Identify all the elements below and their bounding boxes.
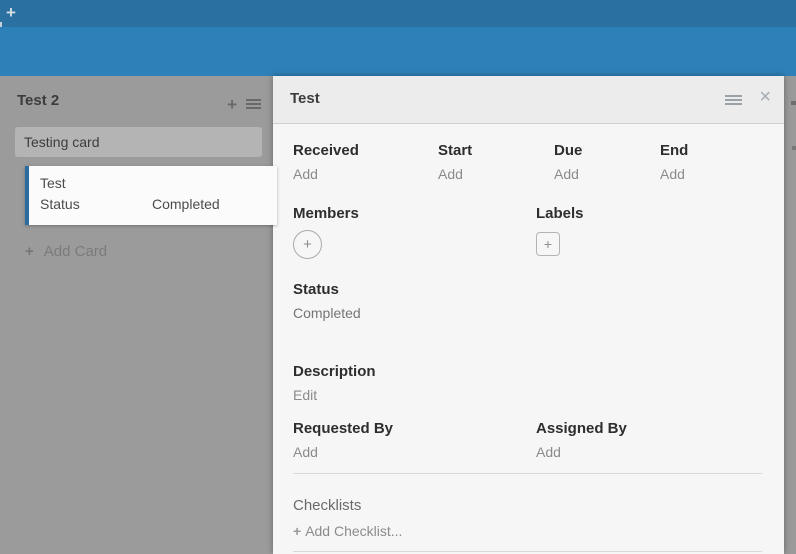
members-labels-row: Members + Labels + <box>293 205 762 259</box>
end-label: End <box>660 142 762 159</box>
next-list-add-icon <box>791 101 796 105</box>
add-member-button[interactable]: + <box>293 230 322 259</box>
next-list-card-fragment <box>792 146 796 150</box>
divider <box>293 473 762 474</box>
members-label: Members <box>293 205 536 222</box>
dates-row: Received Add Start Add Due Add End Add <box>293 142 762 182</box>
next-list-column[interactable] <box>784 76 796 554</box>
card-composer-input[interactable] <box>15 127 262 157</box>
assigned-by-label: Assigned By <box>536 420 627 437</box>
description-section: Description Edit <box>293 363 762 403</box>
add-checklist-label: Add Checklist... <box>305 523 402 539</box>
assigned-by-add-link[interactable]: Add <box>536 444 627 460</box>
checklists-label: Checklists <box>293 497 762 514</box>
received-add-link[interactable]: Add <box>293 166 438 182</box>
received-date-section: Received Add <box>293 142 438 182</box>
status-section: Status Completed <box>293 281 762 321</box>
minicard-field-label: Status <box>40 196 152 212</box>
members-section: Members + <box>293 205 536 259</box>
card-detail-panel: Test × Received Add Start Add Due <box>273 76 784 554</box>
minicard-title: Test <box>40 175 277 191</box>
card-menu-icon[interactable] <box>725 95 742 107</box>
labels-label: Labels <box>536 205 584 222</box>
add-card-button[interactable]: + Add Card <box>25 243 107 260</box>
add-card-label: Add Card <box>44 243 107 260</box>
close-icon[interactable]: × <box>759 87 771 107</box>
list-add-card-icon[interactable]: + <box>227 95 237 115</box>
end-date-section: End Add <box>660 142 762 182</box>
add-label-button[interactable]: + <box>536 232 560 256</box>
status-value[interactable]: Completed <box>293 305 762 321</box>
due-label: Due <box>554 142 660 159</box>
list-column: Test 2 + Test Status Completed +Add Card <box>0 76 273 554</box>
plus-icon: + <box>303 236 312 253</box>
list-menu-icon[interactable] <box>246 99 261 110</box>
requested-by-section: Requested By Add <box>293 420 536 460</box>
minicard-field-value: Completed <box>152 196 220 212</box>
add-board-icon[interactable]: + <box>6 3 16 23</box>
plus-icon: + <box>293 523 301 539</box>
start-label: Start <box>438 142 554 159</box>
assigned-by-section: Assigned By Add <box>536 420 627 460</box>
end-add-link[interactable]: Add <box>660 166 762 182</box>
due-date-section: Due Add <box>554 142 660 182</box>
status-label: Status <box>293 281 762 298</box>
received-label: Received <box>293 142 438 159</box>
board-header-bar <box>0 27 796 76</box>
plus-icon: + <box>544 236 552 252</box>
card-detail-body: Received Add Start Add Due Add End Add <box>273 124 784 552</box>
requested-by-label: Requested By <box>293 420 536 437</box>
labels-section: Labels + <box>536 205 584 259</box>
due-add-link[interactable]: Add <box>554 166 660 182</box>
board-canvas: Test 2 + Test Status Completed + Add Card… <box>0 76 796 554</box>
plus-icon: + <box>25 243 34 260</box>
card-title: Test <box>290 90 320 107</box>
start-date-section: Start Add <box>438 142 554 182</box>
add-checklist-button[interactable]: +Add Checklist... <box>293 523 762 539</box>
start-add-link[interactable]: Add <box>438 166 554 182</box>
requested-assigned-row: Requested By Add Assigned By Add <box>293 420 762 460</box>
list-title: Test 2 <box>17 92 59 109</box>
card-detail-header: Test × <box>273 76 784 124</box>
description-label: Description <box>293 363 762 380</box>
requested-by-add-link[interactable]: Add <box>293 444 536 460</box>
description-edit-link[interactable]: Edit <box>293 387 762 403</box>
divider <box>293 551 762 552</box>
minicard[interactable]: Test Status Completed <box>25 166 277 225</box>
top-navbar: + <box>0 0 796 27</box>
app-window: + Test 2 + Test Status Completed + Add Ca… <box>0 0 796 554</box>
